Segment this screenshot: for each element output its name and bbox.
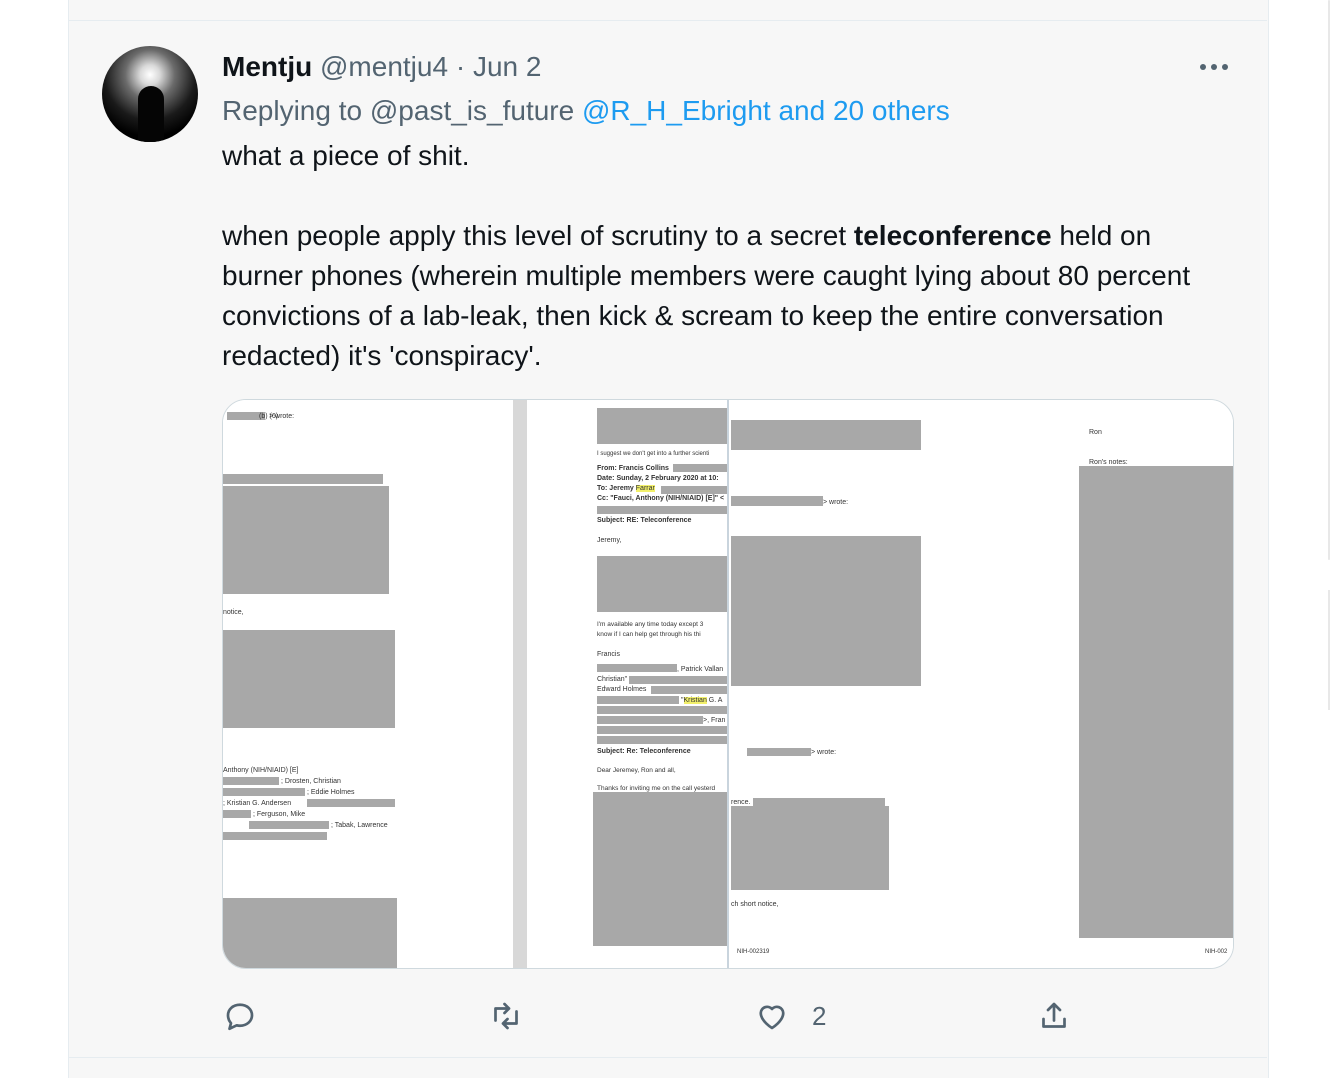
retweet-button[interactable]	[488, 994, 524, 1038]
display-name[interactable]: Mentju	[222, 51, 312, 82]
reply-others-link[interactable]: @R_H_Ebright and 20 others	[582, 95, 950, 126]
tweet-text: what a piece of shit. when people apply …	[222, 136, 1232, 376]
reply-button[interactable]	[222, 994, 258, 1038]
separator: ·	[455, 51, 466, 82]
tweet-media[interactable]: (b) (6) > wrote: notice, Anthony (NIH/NI…	[222, 399, 1234, 969]
document-image[interactable]: Ron Ron's notes: NIH-002	[929, 400, 1233, 968]
tweet-date[interactable]: Jun 2	[473, 51, 542, 82]
heart-icon	[759, 1005, 785, 1030]
document-image[interactable]: > wrote: > wrote: rence. ch short notice…	[729, 400, 929, 968]
tweet-text-paragraph: when people apply this level of scrutiny…	[222, 220, 1191, 371]
tweet-actions: 2	[0, 994, 1338, 1038]
more-icon	[1200, 64, 1206, 70]
like-count: 2	[812, 1000, 827, 1031]
retweet-icon	[494, 1002, 518, 1030]
tweet-text-line: what a piece of shit.	[222, 140, 470, 171]
share-icon	[1042, 1002, 1066, 1028]
replying-to: Replying to @past_is_future @R_H_Ebright…	[222, 95, 950, 126]
handle[interactable]: @mentju4	[320, 51, 448, 82]
panel-separator	[513, 400, 527, 968]
scrollbar[interactable]	[1328, 590, 1330, 710]
like-button[interactable]: 2	[754, 994, 826, 1038]
avatar[interactable]	[102, 46, 198, 142]
reply-icon	[226, 1003, 254, 1031]
scrollbar[interactable]	[1328, 0, 1330, 560]
more-options-button[interactable]	[1196, 50, 1232, 84]
divider	[68, 1057, 1267, 1058]
document-image[interactable]: I suggest we don't get into a further sc…	[527, 400, 727, 968]
document-image[interactable]: (b) (6) > wrote: notice, Anthony (NIH/NI…	[223, 400, 513, 968]
share-button[interactable]	[1036, 994, 1072, 1038]
reply-mention[interactable]: @past_is_future	[370, 95, 574, 126]
divider	[68, 20, 1267, 21]
tweet-header: Mentju @mentju4 · Jun 2	[222, 50, 541, 84]
